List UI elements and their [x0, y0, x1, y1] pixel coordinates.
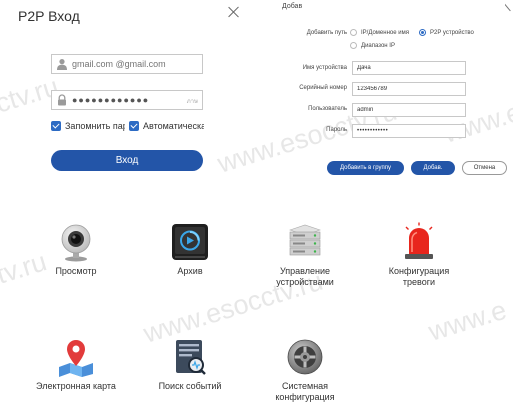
radio-button-icon[interactable]: [350, 42, 357, 49]
module-device-management[interactable]: Управление устройствами: [255, 222, 355, 288]
checkbox-checked-icon[interactable]: [129, 121, 139, 131]
module-preview[interactable]: Просмотр: [26, 222, 126, 277]
map-pin-icon: [59, 340, 93, 377]
add-button[interactable]: Добав.: [411, 161, 455, 175]
add-device-title: Добав: [282, 3, 303, 10]
checkbox-checked-icon[interactable]: [51, 121, 61, 131]
module-label: устройствами: [276, 277, 334, 287]
cancel-button[interactable]: Отмена: [462, 161, 507, 175]
radio-ip-domain[interactable]: IP/Доменное имя: [350, 29, 409, 36]
login-button[interactable]: Вход: [51, 150, 203, 171]
serial-number-input[interactable]: [352, 82, 466, 96]
radio-ip-label: IP/Доменное имя: [361, 29, 409, 36]
close-icon[interactable]: [226, 4, 242, 20]
close-icon[interactable]: [505, 2, 513, 12]
gear-icon: [287, 339, 323, 375]
module-label: Системная: [281, 381, 329, 391]
password-field[interactable]: ภาษ: [51, 90, 203, 110]
radio-p2p-label: P2P устройство: [430, 29, 474, 36]
add-to-group-button[interactable]: Добавить в группу: [327, 161, 404, 175]
radio-button-icon[interactable]: [350, 29, 357, 36]
module-label: Архив: [177, 266, 203, 276]
device-password-input[interactable]: [352, 124, 466, 138]
device-name-label: Имя устройства: [302, 65, 347, 71]
user-icon: [57, 59, 67, 70]
module-label: тревоги: [402, 277, 436, 287]
module-label: Конфигурация: [388, 266, 450, 276]
radio-range-label: Диапазон IP: [361, 42, 395, 49]
username-label: Пользователь: [308, 106, 347, 112]
radio-ip-range[interactable]: Диапазон IP: [350, 42, 395, 49]
input-language-hint: ภาษ: [186, 99, 198, 105]
radio-button-selected-icon[interactable]: [419, 29, 426, 36]
device-username-input[interactable]: [352, 103, 466, 117]
module-alarm-config[interactable]: Конфигурация тревоги: [369, 222, 469, 288]
password-label: Пароль: [326, 127, 347, 133]
username-input[interactable]: [72, 56, 190, 72]
auto-login-label: Автоматическая: [143, 121, 204, 131]
watermark: www.e: [425, 294, 510, 347]
module-system-config[interactable]: Системная конфигурация: [255, 337, 355, 403]
playback-icon: [172, 224, 208, 260]
username-field[interactable]: [51, 54, 203, 74]
search-log-icon: [176, 340, 206, 375]
module-emap[interactable]: Электронная карта: [26, 337, 126, 392]
remember-password-label: Запомнить пар: [65, 121, 125, 131]
server-rack-icon: [289, 224, 321, 256]
add-path-label: Добавить путь: [306, 30, 347, 36]
password-input[interactable]: [72, 92, 190, 108]
device-name-input[interactable]: [352, 61, 466, 75]
module-archive[interactable]: Архив: [140, 222, 240, 277]
module-label: конфигурация: [275, 392, 335, 402]
alarm-siren-icon: [405, 222, 433, 259]
lock-icon: [58, 94, 66, 106]
remember-password-checkbox[interactable]: Запомнить пар: [51, 121, 125, 131]
radio-p2p-device[interactable]: P2P устройство: [419, 29, 474, 36]
serial-number-label: Серийный номер: [299, 85, 347, 91]
module-label: Управление: [279, 266, 331, 276]
webcam-icon: [61, 224, 91, 262]
auto-login-checkbox[interactable]: Автоматическая: [129, 121, 204, 131]
module-label: Просмотр: [55, 266, 97, 276]
module-label: Поиск событий: [158, 381, 222, 391]
module-event-search[interactable]: Поиск событий: [140, 337, 240, 392]
login-title: P2P Вход: [18, 8, 80, 24]
module-label: Электронная карта: [36, 381, 116, 391]
